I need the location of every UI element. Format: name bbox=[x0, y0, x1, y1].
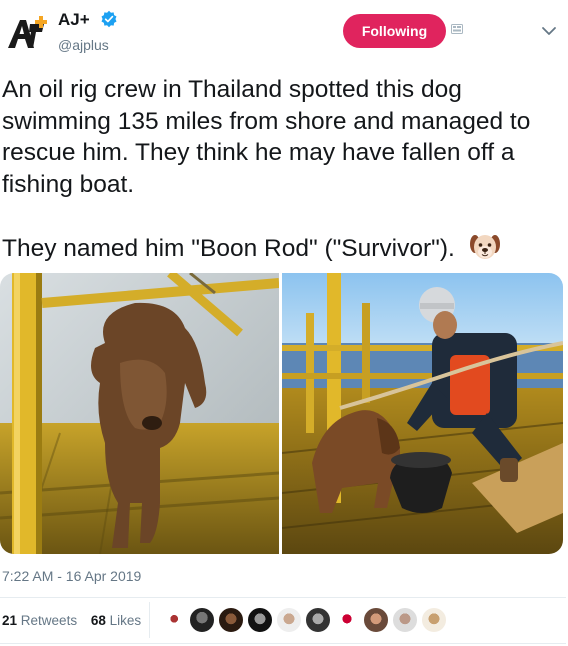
avatar[interactable] bbox=[392, 607, 418, 633]
likes-label: Likes bbox=[109, 613, 142, 628]
account-name[interactable]: AJ+ bbox=[58, 10, 90, 30]
likes-stat[interactable]: 68 Likes bbox=[91, 613, 141, 628]
avatar[interactable] bbox=[421, 607, 447, 633]
likes-count: 68 bbox=[90, 613, 106, 628]
tweet-timestamp[interactable]: 7:22 AM - 16 Apr 2019 bbox=[2, 568, 141, 584]
avatar[interactable] bbox=[334, 607, 360, 633]
following-button[interactable]: Following bbox=[343, 14, 446, 48]
tweet-media[interactable] bbox=[0, 273, 563, 554]
retweets-label: Retweets bbox=[20, 613, 78, 628]
stats-separator bbox=[149, 602, 150, 638]
account-handle[interactable]: @ajplus bbox=[58, 37, 109, 53]
divider-bottom bbox=[0, 643, 566, 644]
avatar[interactable] bbox=[160, 607, 186, 633]
divider-top bbox=[0, 597, 566, 598]
liker-avatars bbox=[160, 607, 450, 635]
rescue-photo-right[interactable] bbox=[282, 273, 563, 554]
ajplus-logo[interactable] bbox=[6, 14, 48, 54]
verified-badge-icon bbox=[101, 10, 117, 28]
dog-face-emoji-icon bbox=[469, 234, 500, 259]
app-icon[interactable] bbox=[451, 24, 463, 34]
retweets-count: 21 bbox=[2, 613, 18, 628]
tweet-header: AJ+ @ajplus Following bbox=[0, 0, 568, 70]
avatar[interactable] bbox=[247, 607, 273, 633]
avatar[interactable] bbox=[276, 607, 302, 633]
dog-photo-left[interactable] bbox=[0, 273, 279, 554]
retweets-stat[interactable]: 21 Retweets bbox=[2, 613, 77, 628]
avatar[interactable] bbox=[305, 607, 331, 633]
tweet-body: An oil rig crew in Thailand spotted this… bbox=[2, 76, 531, 262]
tweet-stats: 21 Retweets 68 Likes bbox=[2, 613, 151, 628]
chevron-down-icon[interactable] bbox=[541, 26, 557, 36]
avatar[interactable] bbox=[363, 607, 389, 633]
tweet-text: An oil rig crew in Thailand spotted this… bbox=[2, 74, 562, 264]
avatar[interactable] bbox=[189, 607, 215, 633]
avatar[interactable] bbox=[218, 607, 244, 633]
